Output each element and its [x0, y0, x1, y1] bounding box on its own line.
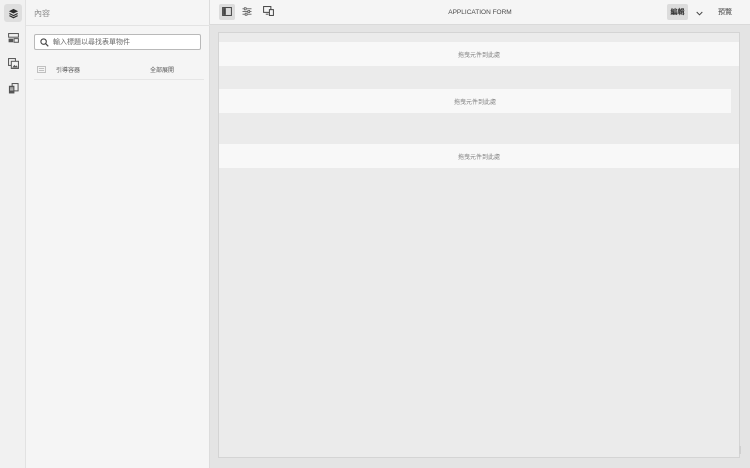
edit-mode-button[interactable]: 編輯	[667, 4, 688, 20]
toggle-side-panel-button[interactable]	[219, 4, 235, 20]
drop-zone[interactable]: 拖曳元件到此處	[219, 144, 739, 168]
assets-icon	[7, 57, 19, 69]
sliders-icon	[242, 3, 252, 21]
layers-button[interactable]	[4, 4, 22, 22]
search-input[interactable]	[53, 36, 193, 48]
top-toolbar: APPLICATION FORM 編輯 預覽	[210, 0, 750, 25]
components-button[interactable]	[4, 29, 22, 47]
data-sources-icon	[8, 82, 19, 94]
preview-mode-button[interactable]: 預覽	[715, 4, 735, 20]
expand-all-link[interactable]: 全部展開	[150, 65, 174, 74]
side-rail	[0, 0, 26, 468]
container-icon	[37, 66, 46, 73]
form-canvas: 拖曳元件到此處 拖曳元件到此處 拖曳元件到此處	[218, 32, 740, 458]
drop-zone[interactable]: 拖曳元件到此處	[219, 42, 739, 66]
search-icon	[40, 37, 49, 47]
assets-button[interactable]	[4, 54, 22, 72]
properties-button[interactable]	[239, 4, 255, 20]
search-box[interactable]	[34, 34, 201, 50]
drop-zone[interactable]: 拖曳元件到此處	[219, 89, 731, 113]
content-panel: 內容 引導容器 全部展開	[26, 0, 210, 468]
emulator-button[interactable]	[260, 4, 276, 20]
tree-root-label: 引導容器	[56, 68, 81, 74]
chevron-down-icon	[695, 3, 703, 21]
panel-title: 內容	[34, 9, 50, 18]
panel-divider	[26, 25, 210, 26]
data-sources-button[interactable]	[4, 79, 22, 97]
side-panel-icon	[222, 3, 232, 21]
tree-row-root[interactable]: 引導容器 全部展開	[34, 60, 204, 80]
mode-dropdown-button[interactable]	[694, 7, 704, 17]
components-icon	[7, 33, 19, 43]
canvas-scrollbar[interactable]	[739, 446, 741, 454]
layers-icon	[8, 8, 19, 19]
devices-icon	[262, 3, 274, 21]
